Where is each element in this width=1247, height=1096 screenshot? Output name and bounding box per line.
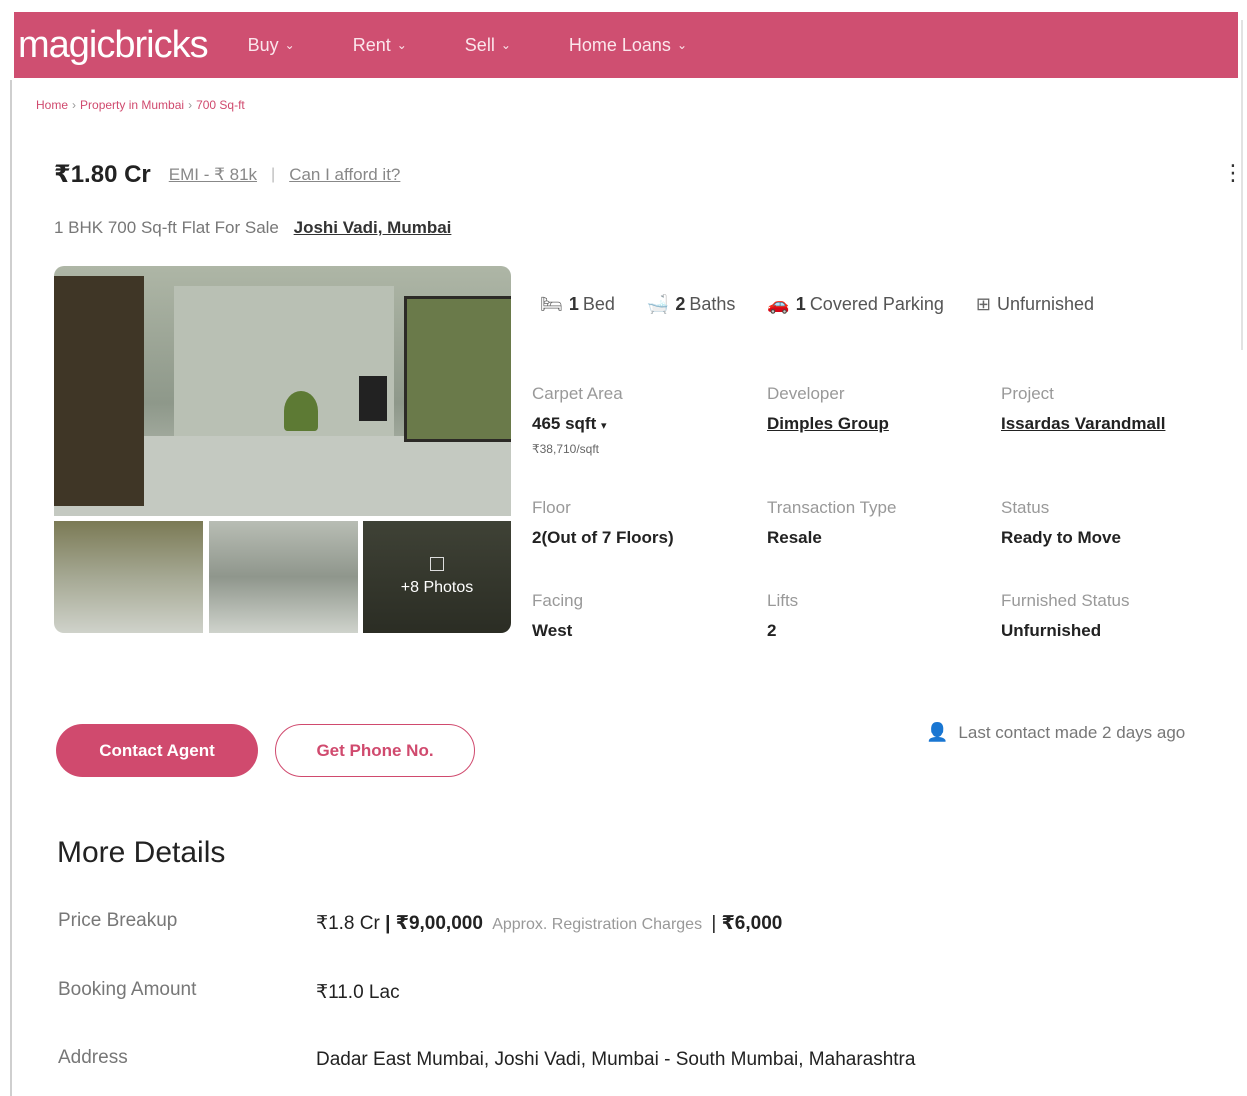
lifts-value: 2 [767, 621, 777, 640]
listing-price: ₹1.80 Cr [54, 161, 151, 188]
nav-home-loans[interactable]: Home Loans ⌄ [569, 35, 687, 56]
more-photos-overlay: +8 Photos [363, 521, 511, 633]
price-per-sqft: ₹38,710/sqft [532, 442, 600, 456]
photo-plant [284, 391, 318, 431]
feature-furnishing-label: Unfurnished [996, 294, 1095, 314]
breadcrumb-current: 700 Sq-ft [196, 98, 245, 112]
photo-thumbnail[interactable] [209, 521, 358, 633]
chevron-down-icon: ⌄ [676, 38, 687, 52]
dropdown-caret-icon: ▾ [600, 420, 607, 432]
lifts-label: Lifts [767, 591, 799, 610]
get-phone-button[interactable]: Get Phone No. [275, 724, 475, 777]
price-breakup-label: Price Breakup [58, 910, 178, 931]
status-value: Ready to Move [1001, 528, 1121, 547]
price-breakup-extra: ₹9,00,000 [395, 913, 483, 934]
nav-buy[interactable]: Buy ⌄ [248, 35, 295, 56]
afford-link[interactable]: Can I afford it? [289, 165, 400, 185]
photo-thumbnail[interactable] [54, 521, 203, 633]
project-label: Project [1001, 384, 1054, 403]
nav-buy-label: Buy [247, 34, 279, 55]
page-left-border [10, 80, 12, 1096]
furnished-status-value: Unfurnished [1001, 621, 1102, 640]
transaction-type-value: Resale [767, 528, 822, 547]
listing-title-text: 1 BHK 700 Sq-ft Flat For Sale [54, 218, 279, 237]
person-icon: 👤 [926, 722, 949, 742]
photo-door [54, 276, 144, 506]
nav-rent-label: Rent [352, 34, 391, 55]
facing-value: West [532, 621, 573, 640]
last-contact-text: Last contact made 2 days ago [958, 722, 1186, 742]
registration-charges-divider: | [711, 913, 717, 934]
chevron-down-icon: ⌄ [396, 38, 407, 52]
feature-bath: 🛁 2 Baths [647, 294, 735, 315]
more-options-icon[interactable]: ⋮ [1222, 160, 1244, 186]
breadcrumb-separator: › [188, 98, 193, 112]
furnishing-icon: ⊞ [975, 294, 991, 314]
photo-chair [359, 376, 387, 421]
address-label: Address [58, 1047, 128, 1068]
booking-amount-label: Booking Amount [58, 979, 197, 1000]
bed-icon: 🛏 [540, 294, 563, 314]
price-breakup-price: ₹1.8 Cr [316, 913, 380, 934]
breadcrumb: Home › Property in Mumbai › 700 Sq-ft [36, 98, 245, 112]
transaction-type-label: Transaction Type [767, 498, 897, 517]
more-photos-label: +8 Photos [400, 579, 474, 596]
feature-parking: 🚗 1 Covered Parking [767, 294, 944, 315]
feature-bath-count: 2 [675, 294, 686, 314]
chevron-down-icon: ⌄ [284, 38, 295, 52]
registration-charges-label: Approx. Registration Charges [492, 916, 703, 933]
breadcrumb-home[interactable]: Home [36, 98, 68, 112]
furnished-status-label: Furnished Status [1001, 591, 1130, 610]
bath-icon: 🛁 [646, 294, 670, 314]
breadcrumb-separator: › [72, 98, 77, 112]
feature-bed: 🛏 1 Bed [540, 294, 615, 315]
price-breakup-divider: | [385, 913, 396, 934]
developer-link[interactable]: Dimples Group [767, 414, 889, 434]
floor-value: 2(Out of 7 Floors) [532, 528, 674, 547]
feature-furnishing: ⊞ Unfurnished [976, 294, 1094, 315]
carpet-area-label: Carpet Area [532, 384, 623, 403]
more-details-heading: More Details [57, 836, 226, 869]
nav-rent[interactable]: Rent ⌄ [353, 35, 407, 56]
feature-summary: 🛏 1 Bed 🛁 2 Baths 🚗 1 Covered Parking ⊞ … [540, 294, 1126, 315]
gallery-icon [430, 557, 444, 571]
feature-bed-count: 1 [568, 294, 579, 314]
contact-agent-button[interactable]: Contact Agent [56, 724, 258, 777]
listing-title: 1 BHK 700 Sq-ft Flat For Sale Joshi Vadi… [54, 218, 451, 238]
locality-link[interactable]: Joshi Vadi, Mumbai [294, 218, 452, 237]
price-row: ₹1.80 Cr EMI - ₹ 81k | Can I afford it? [54, 160, 400, 189]
feature-parking-label: Covered Parking [809, 294, 944, 314]
last-contact-info: 👤 Last contact made 2 days ago [926, 722, 1185, 743]
project-link[interactable]: Issardas Varandmall [1001, 414, 1165, 434]
photo-window [404, 296, 511, 442]
chevron-down-icon: ⌄ [500, 38, 511, 52]
carpet-area-text: 465 sqft [532, 414, 597, 433]
feature-bath-label: Baths [689, 294, 736, 314]
emi-link[interactable]: EMI - ₹ 81k [169, 165, 257, 185]
facing-label: Facing [532, 591, 584, 610]
more-photos-thumbnail[interactable]: +8 Photos [363, 521, 511, 633]
floor-label: Floor [532, 498, 571, 517]
main-property-photo[interactable] [54, 266, 511, 516]
address-value: Dadar East Mumbai, Joshi Vadi, Mumbai - … [316, 1049, 916, 1070]
top-nav-bar: magicbricks Buy ⌄ Rent ⌄ Sell ⌄ Home Loa… [14, 12, 1238, 78]
booking-amount-value: ₹11.0 Lac [316, 982, 400, 1003]
registration-charges-value: ₹6,000 [721, 913, 783, 934]
nav-sell-label: Sell [464, 34, 495, 55]
breadcrumb-city[interactable]: Property in Mumbai [80, 98, 184, 112]
carpet-area-value[interactable]: 465 sqft ▾ [532, 414, 607, 434]
magicbricks-logo[interactable]: magicbricks [18, 24, 209, 67]
price-breakup-value: ₹1.8 Cr | ₹9,00,000 Approx. Registration… [316, 912, 782, 935]
car-icon: 🚗 [767, 294, 790, 314]
nav-sell[interactable]: Sell ⌄ [465, 35, 511, 56]
price-row-divider: | [271, 165, 276, 183]
feature-bed-label: Bed [582, 294, 615, 314]
nav-home-loans-label: Home Loans [568, 34, 671, 55]
feature-parking-count: 1 [795, 294, 806, 314]
status-label: Status [1001, 498, 1050, 517]
developer-label: Developer [767, 384, 845, 403]
